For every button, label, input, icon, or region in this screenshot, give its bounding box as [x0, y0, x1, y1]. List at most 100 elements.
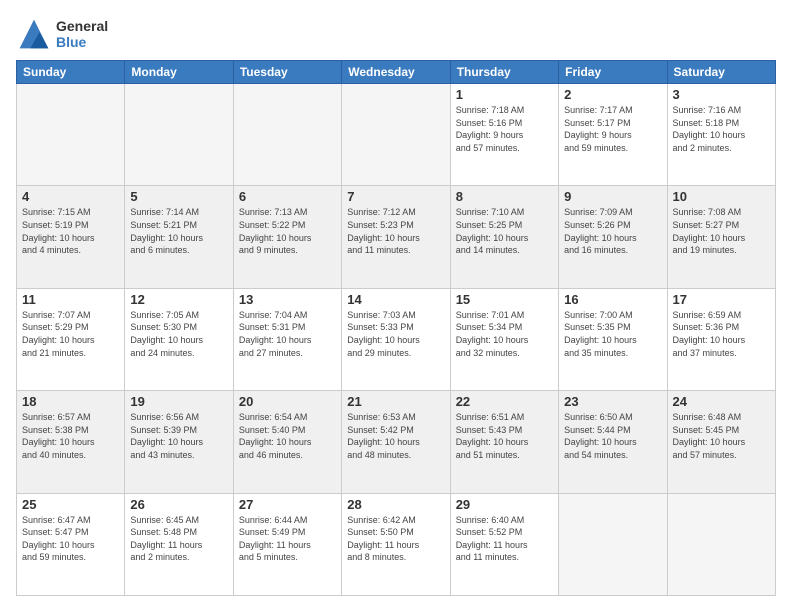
day-number: 9	[564, 189, 661, 204]
calendar-cell: 15Sunrise: 7:01 AM Sunset: 5:34 PM Dayli…	[450, 288, 558, 390]
day-number: 12	[130, 292, 227, 307]
calendar-week-row: 25 Sunrise: 6:47 AM Sunset: 5:47 PM Dayli…	[17, 493, 776, 595]
weekday-header-saturday: Saturday	[667, 61, 775, 84]
weekday-header-wednesday: Wednesday	[342, 61, 450, 84]
calendar-cell: 27 Sunrise: 6:44 AM Sunset: 5:49 PM Dayli…	[233, 493, 341, 595]
day-number: 8	[456, 189, 553, 204]
day-number: 18	[22, 394, 119, 409]
calendar-table: SundayMondayTuesdayWednesdayThursdayFrid…	[16, 60, 776, 596]
day-info: Sunrise: 7:07 AM Sunset: 5:29 PM Dayligh…	[22, 309, 119, 359]
day-info: Sunrise: 7:13 AM Sunset: 5:22 PM Dayligh…	[239, 206, 336, 256]
logo: General Blue	[16, 16, 108, 52]
weekday-header-monday: Monday	[125, 61, 233, 84]
day-number: 23	[564, 394, 661, 409]
day-number: 7	[347, 189, 444, 204]
calendar-cell: 4 Sunrise: 7:15 AM Sunset: 5:19 PM Daylig…	[17, 186, 125, 288]
calendar-cell	[17, 84, 125, 186]
day-info: Sunrise: 6:59 AM Sunset: 5:36 PM Dayligh…	[673, 309, 770, 359]
calendar-cell: 19 Sunrise: 6:56 AM Sunset: 5:39 PM Dayli…	[125, 391, 233, 493]
day-number: 20	[239, 394, 336, 409]
weekday-header-thursday: Thursday	[450, 61, 558, 84]
calendar-cell: 5 Sunrise: 7:14 AM Sunset: 5:21 PM Daylig…	[125, 186, 233, 288]
calendar-cell	[233, 84, 341, 186]
day-info: Sunrise: 7:05 AM Sunset: 5:30 PM Dayligh…	[130, 309, 227, 359]
day-number: 4	[22, 189, 119, 204]
day-info: Sunrise: 6:54 AM Sunset: 5:40 PM Dayligh…	[239, 411, 336, 461]
day-number: 26	[130, 497, 227, 512]
day-info: Sunrise: 6:45 AM Sunset: 5:48 PM Dayligh…	[130, 514, 227, 564]
header: General Blue	[16, 16, 776, 52]
calendar-cell	[125, 84, 233, 186]
day-info: Sunrise: 7:00 AM Sunset: 5:35 PM Dayligh…	[564, 309, 661, 359]
weekday-header-tuesday: Tuesday	[233, 61, 341, 84]
day-number: 28	[347, 497, 444, 512]
calendar-cell: 12 Sunrise: 7:05 AM Sunset: 5:30 PM Dayli…	[125, 288, 233, 390]
calendar-cell	[342, 84, 450, 186]
day-number: 3	[673, 87, 770, 102]
calendar-cell: 8 Sunrise: 7:10 AM Sunset: 5:25 PM Daylig…	[450, 186, 558, 288]
day-number: 11	[22, 292, 119, 307]
day-number: 14	[347, 292, 444, 307]
day-info: Sunrise: 6:56 AM Sunset: 5:39 PM Dayligh…	[130, 411, 227, 461]
day-number: 6	[239, 189, 336, 204]
day-info: Sunrise: 7:12 AM Sunset: 5:23 PM Dayligh…	[347, 206, 444, 256]
calendar-cell: 29 Sunrise: 6:40 AM Sunset: 5:52 PM Dayli…	[450, 493, 558, 595]
day-number: 1	[456, 87, 553, 102]
day-info: Sunrise: 6:40 AM Sunset: 5:52 PM Dayligh…	[456, 514, 553, 564]
page: General Blue SundayMondayTuesdayWednesda…	[0, 0, 792, 612]
day-info: Sunrise: 6:50 AM Sunset: 5:44 PM Dayligh…	[564, 411, 661, 461]
calendar-cell: 9 Sunrise: 7:09 AM Sunset: 5:26 PM Daylig…	[559, 186, 667, 288]
day-number: 25	[22, 497, 119, 512]
day-number: 27	[239, 497, 336, 512]
day-info: Sunrise: 7:16 AM Sunset: 5:18 PM Dayligh…	[673, 104, 770, 154]
calendar-cell: 10Sunrise: 7:08 AM Sunset: 5:27 PM Dayli…	[667, 186, 775, 288]
day-info: Sunrise: 7:03 AM Sunset: 5:33 PM Dayligh…	[347, 309, 444, 359]
calendar-cell: 28 Sunrise: 6:42 AM Sunset: 5:50 PM Dayli…	[342, 493, 450, 595]
day-info: Sunrise: 7:17 AM Sunset: 5:17 PM Dayligh…	[564, 104, 661, 154]
calendar-week-row: 1 Sunrise: 7:18 AM Sunset: 5:16 PM Daylig…	[17, 84, 776, 186]
calendar-week-row: 4 Sunrise: 7:15 AM Sunset: 5:19 PM Daylig…	[17, 186, 776, 288]
calendar-cell: 3 Sunrise: 7:16 AM Sunset: 5:18 PM Daylig…	[667, 84, 775, 186]
day-info: Sunrise: 7:04 AM Sunset: 5:31 PM Dayligh…	[239, 309, 336, 359]
day-info: Sunrise: 6:42 AM Sunset: 5:50 PM Dayligh…	[347, 514, 444, 564]
weekday-header-sunday: Sunday	[17, 61, 125, 84]
day-number: 21	[347, 394, 444, 409]
calendar-cell: 13 Sunrise: 7:04 AM Sunset: 5:31 PM Dayli…	[233, 288, 341, 390]
calendar-cell: 23 Sunrise: 6:50 AM Sunset: 5:44 PM Dayli…	[559, 391, 667, 493]
calendar-cell: 7 Sunrise: 7:12 AM Sunset: 5:23 PM Daylig…	[342, 186, 450, 288]
day-info: Sunrise: 7:08 AM Sunset: 5:27 PM Dayligh…	[673, 206, 770, 256]
calendar-cell	[667, 493, 775, 595]
day-info: Sunrise: 7:15 AM Sunset: 5:19 PM Dayligh…	[22, 206, 119, 256]
weekday-header-friday: Friday	[559, 61, 667, 84]
day-info: Sunrise: 6:57 AM Sunset: 5:38 PM Dayligh…	[22, 411, 119, 461]
day-number: 2	[564, 87, 661, 102]
calendar-cell: 21Sunrise: 6:53 AM Sunset: 5:42 PM Dayli…	[342, 391, 450, 493]
day-number: 19	[130, 394, 227, 409]
logo-text: General Blue	[56, 18, 108, 50]
day-info: Sunrise: 6:51 AM Sunset: 5:43 PM Dayligh…	[456, 411, 553, 461]
day-info: Sunrise: 7:18 AM Sunset: 5:16 PM Dayligh…	[456, 104, 553, 154]
logo-icon	[16, 16, 52, 52]
day-number: 5	[130, 189, 227, 204]
calendar-cell: 14 Sunrise: 7:03 AM Sunset: 5:33 PM Dayli…	[342, 288, 450, 390]
day-number: 24	[673, 394, 770, 409]
calendar-cell: 26 Sunrise: 6:45 AM Sunset: 5:48 PM Dayli…	[125, 493, 233, 595]
weekday-header-row: SundayMondayTuesdayWednesdayThursdayFrid…	[17, 61, 776, 84]
calendar-week-row: 11 Sunrise: 7:07 AM Sunset: 5:29 PM Dayli…	[17, 288, 776, 390]
calendar-cell: 24Sunrise: 6:48 AM Sunset: 5:45 PM Dayli…	[667, 391, 775, 493]
day-info: Sunrise: 6:44 AM Sunset: 5:49 PM Dayligh…	[239, 514, 336, 564]
calendar-cell: 6 Sunrise: 7:13 AM Sunset: 5:22 PM Daylig…	[233, 186, 341, 288]
calendar-cell	[559, 493, 667, 595]
calendar-cell: 16Sunrise: 7:00 AM Sunset: 5:35 PM Dayli…	[559, 288, 667, 390]
day-info: Sunrise: 7:14 AM Sunset: 5:21 PM Dayligh…	[130, 206, 227, 256]
day-number: 29	[456, 497, 553, 512]
day-info: Sunrise: 7:09 AM Sunset: 5:26 PM Dayligh…	[564, 206, 661, 256]
day-info: Sunrise: 6:47 AM Sunset: 5:47 PM Dayligh…	[22, 514, 119, 564]
calendar-cell: 1 Sunrise: 7:18 AM Sunset: 5:16 PM Daylig…	[450, 84, 558, 186]
day-info: Sunrise: 7:10 AM Sunset: 5:25 PM Dayligh…	[456, 206, 553, 256]
day-number: 13	[239, 292, 336, 307]
calendar-cell: 22Sunrise: 6:51 AM Sunset: 5:43 PM Dayli…	[450, 391, 558, 493]
calendar-cell: 11 Sunrise: 7:07 AM Sunset: 5:29 PM Dayli…	[17, 288, 125, 390]
calendar-cell: 25 Sunrise: 6:47 AM Sunset: 5:47 PM Dayli…	[17, 493, 125, 595]
day-number: 15	[456, 292, 553, 307]
